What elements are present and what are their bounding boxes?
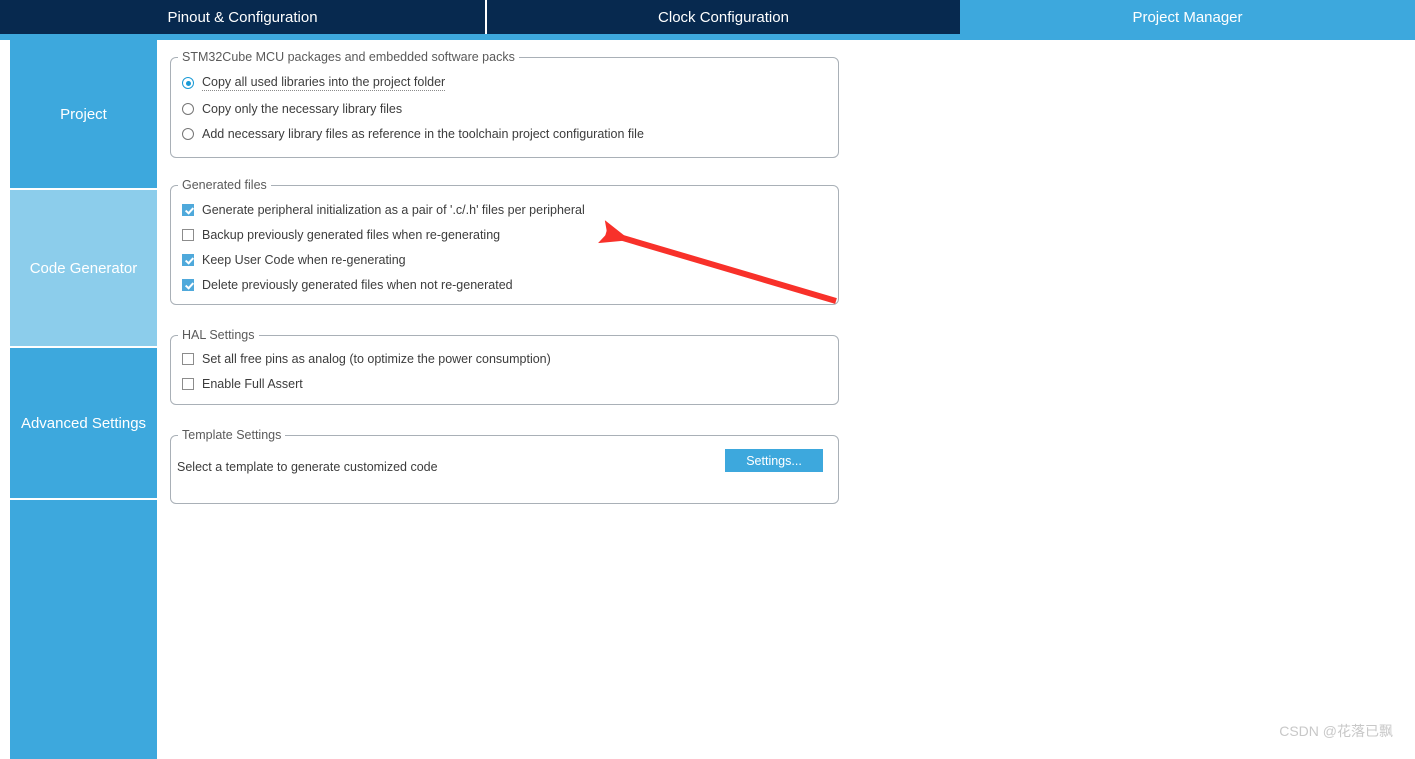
radio-label: Copy only the necessary library files (202, 102, 403, 116)
groupbox-legend: STM32Cube MCU packages and embedded soft… (178, 50, 519, 64)
main-tab-bar: Pinout & Configuration Clock Configurati… (0, 0, 1415, 34)
checkbox-indicator[interactable] (182, 204, 194, 216)
tab-label: Clock Configuration (658, 8, 789, 26)
radio-label: Copy all used libraries into the project… (202, 75, 446, 91)
tab-label: Project Manager (1132, 8, 1243, 26)
checkbox-label: Enable Full Assert (202, 377, 303, 391)
checkbox-backup-previously-generated[interactable]: Backup previously generated files when r… (182, 228, 500, 242)
checkbox-delete-previously-generated[interactable]: Delete previously generated files when n… (182, 278, 513, 292)
template-settings-button[interactable]: Settings... (725, 449, 823, 472)
sidebar-item-code-generator[interactable]: Code Generator (10, 190, 157, 348)
watermark: CSDN @花落已飘 (1279, 723, 1393, 739)
sidebar-empty-area (10, 500, 157, 759)
sidebar: Project Code Generator Advanced Settings (10, 40, 157, 759)
groupbox-hal-settings: HAL Settings Set all free pins as analog… (170, 328, 839, 405)
checkbox-keep-user-code[interactable]: Keep User Code when re-generating (182, 253, 406, 267)
checkbox-generate-peripheral-init[interactable]: Generate peripheral initialization as a … (182, 203, 585, 217)
checkbox-label: Generate peripheral initialization as a … (202, 203, 585, 217)
tab-pinout-configuration[interactable]: Pinout & Configuration (0, 0, 485, 34)
checkbox-indicator[interactable] (182, 279, 194, 291)
groupbox-template-settings: Template Settings Select a template to g… (170, 428, 839, 504)
radio-label: Add necessary library files as reference… (202, 127, 644, 141)
checkbox-label: Delete previously generated files when n… (202, 278, 513, 292)
checkbox-indicator[interactable] (182, 254, 194, 266)
template-description: Select a template to generate customized… (177, 460, 438, 474)
radio-indicator[interactable] (182, 128, 194, 140)
sidebar-item-label: Project (60, 105, 107, 123)
radio-indicator[interactable] (182, 77, 194, 89)
tab-project-manager[interactable]: Project Manager (960, 0, 1415, 34)
checkbox-set-free-pins-analog[interactable]: Set all free pins as analog (to optimize… (182, 352, 551, 366)
radio-indicator[interactable] (182, 103, 194, 115)
radio-add-as-reference[interactable]: Add necessary library files as reference… (182, 127, 644, 141)
checkbox-indicator[interactable] (182, 378, 194, 390)
radio-copy-only-necessary[interactable]: Copy only the necessary library files (182, 102, 402, 116)
active-tab-underline (0, 34, 1415, 40)
sidebar-item-label: Code Generator (29, 259, 138, 277)
sidebar-item-advanced-settings[interactable]: Advanced Settings (10, 348, 157, 500)
checkbox-indicator[interactable] (182, 229, 194, 241)
sidebar-item-project[interactable]: Project (10, 40, 157, 190)
checkbox-label: Set all free pins as analog (to optimize… (202, 352, 551, 366)
groupbox-legend: Template Settings (178, 428, 286, 442)
groupbox-legend: Generated files (178, 178, 271, 192)
groupbox-legend: HAL Settings (178, 328, 259, 342)
groupbox-generated-files: Generated files Generate peripheral init… (170, 178, 839, 305)
groupbox-mcu-packages: STM32Cube MCU packages and embedded soft… (170, 50, 839, 158)
tab-clock-configuration[interactable]: Clock Configuration (487, 0, 960, 34)
checkbox-indicator[interactable] (182, 353, 194, 365)
sidebar-item-label: Advanced Settings (20, 414, 147, 432)
radio-copy-all-libraries[interactable]: Copy all used libraries into the project… (182, 75, 446, 91)
tab-label: Pinout & Configuration (167, 8, 318, 26)
checkbox-label: Backup previously generated files when r… (202, 228, 501, 242)
checkbox-enable-full-assert[interactable]: Enable Full Assert (182, 377, 303, 391)
checkbox-label: Keep User Code when re-generating (202, 253, 406, 267)
